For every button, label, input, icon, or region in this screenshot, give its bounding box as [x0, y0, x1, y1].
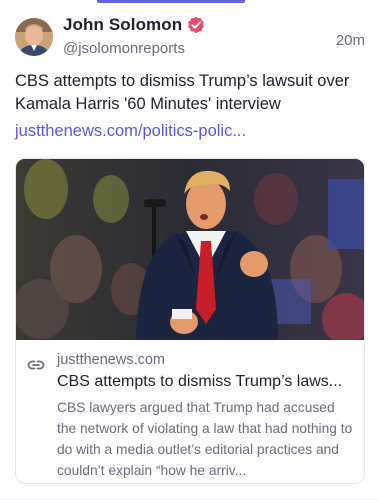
link-preview-image[interactable]: [16, 159, 364, 340]
timestamp[interactable]: 20m: [336, 32, 365, 49]
active-tab-indicator: [97, 0, 245, 3]
link-domain: justthenews.com: [57, 352, 165, 368]
post-link[interactable]: justthenews.com/politics-polic...: [15, 120, 246, 143]
handle[interactable]: @jsolomonreports: [63, 40, 185, 57]
link-title[interactable]: CBS attempts to dismiss Trump’s laws...: [57, 373, 355, 391]
post-text: CBS attempts to dismiss Trump’s lawsuit …: [15, 72, 350, 113]
link-preview-body[interactable]: justthenews.com CBS attempts to dismiss …: [16, 340, 364, 483]
name-row: John Solomon: [63, 15, 205, 35]
post[interactable]: John Solomon @jsolomonreports 20m CBS at…: [15, 15, 365, 484]
display-name[interactable]: John Solomon: [63, 15, 182, 35]
verified-badge-icon: [187, 16, 205, 34]
link-icon: [27, 356, 45, 374]
post-header: John Solomon @jsolomonreports 20m: [15, 15, 365, 61]
avatar-photo: [15, 18, 53, 56]
link-preview-card[interactable]: justthenews.com CBS attempts to dismiss …: [15, 158, 365, 484]
link-description: CBS lawyers argued that Trump had accuse…: [57, 400, 353, 478]
avatar[interactable]: [15, 18, 53, 56]
